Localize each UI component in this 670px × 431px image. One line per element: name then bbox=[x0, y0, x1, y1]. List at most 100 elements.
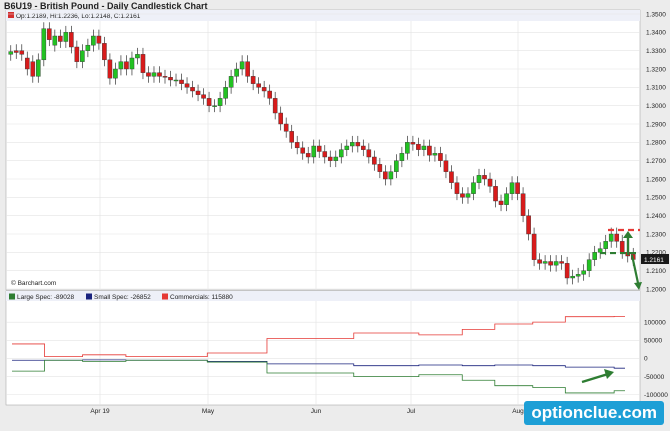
price-tick-label: 1.2100 bbox=[646, 268, 666, 275]
candle-body bbox=[124, 61, 129, 70]
candle-body bbox=[217, 98, 223, 106]
candle-body bbox=[614, 233, 620, 242]
candle-body bbox=[493, 186, 498, 202]
price-axis: 1.3500 1.3400 1.3300 1.3200 1.3100 1.3000 1.29… bbox=[646, 11, 666, 293]
candle-body bbox=[157, 72, 162, 77]
candle-body bbox=[564, 263, 570, 279]
candle-body bbox=[471, 182, 476, 194]
candle-body bbox=[278, 112, 283, 125]
price-tick-label: 1.2800 bbox=[646, 140, 666, 147]
candle-body bbox=[597, 248, 603, 253]
candle-body bbox=[162, 76, 168, 78]
candle-body bbox=[327, 156, 333, 161]
price-tick-label: 1.3400 bbox=[646, 30, 666, 37]
candle-body bbox=[322, 151, 328, 158]
cot-tick-label: 100000 bbox=[644, 319, 666, 326]
candle-body bbox=[608, 233, 614, 242]
candle-body bbox=[223, 87, 228, 99]
candle-body bbox=[19, 50, 25, 55]
candle-body bbox=[294, 142, 300, 149]
candle-body bbox=[333, 156, 339, 161]
candle-body bbox=[58, 35, 63, 42]
candle-body bbox=[311, 145, 317, 158]
ohlc-swatch bbox=[8, 12, 14, 18]
cot-axis: 100000 50000 0 -50000 -100000 bbox=[644, 319, 668, 399]
candle-body bbox=[245, 61, 250, 77]
price-tick-label: 1.2000 bbox=[646, 286, 666, 293]
candle-body bbox=[509, 182, 515, 194]
candle-body bbox=[107, 59, 113, 79]
candle-body bbox=[173, 79, 179, 82]
candle-body bbox=[283, 123, 289, 132]
cot-tick-label: 0 bbox=[644, 356, 648, 363]
price-panel bbox=[5, 9, 641, 291]
candle-body bbox=[206, 98, 212, 106]
date-tick-label: May bbox=[202, 408, 215, 415]
candle-body bbox=[592, 252, 597, 260]
candle-body bbox=[383, 171, 388, 180]
candle-body bbox=[586, 259, 592, 271]
candle-body bbox=[30, 61, 36, 77]
candle-body bbox=[526, 215, 531, 235]
candle-body bbox=[316, 145, 322, 152]
price-tick-label: 1.3000 bbox=[646, 103, 666, 110]
date-axis: Apr 19 May Jun Jul Aug bbox=[90, 408, 524, 415]
candle-body bbox=[443, 160, 449, 172]
legend-label: Commercials: 115880 bbox=[170, 294, 233, 301]
candle-body bbox=[432, 153, 438, 156]
candle-body bbox=[476, 175, 482, 183]
candle-body bbox=[41, 28, 47, 61]
candle-body bbox=[460, 193, 465, 198]
price-tick-label: 1.2600 bbox=[646, 176, 666, 183]
candle-body bbox=[570, 275, 575, 279]
price-tick-label: 1.2300 bbox=[646, 231, 666, 238]
candle-body bbox=[234, 68, 239, 77]
watermark: optionclue.com bbox=[524, 401, 664, 425]
candle-body bbox=[228, 76, 234, 88]
candle-body bbox=[289, 131, 294, 143]
price-tick-label: 1.2700 bbox=[646, 158, 666, 165]
candle-body bbox=[449, 171, 454, 183]
candle-body bbox=[581, 270, 586, 275]
candle-body bbox=[300, 147, 306, 154]
legend-swatch bbox=[86, 293, 92, 300]
candle-body bbox=[537, 259, 542, 264]
candle-body bbox=[135, 54, 140, 59]
candle-body bbox=[344, 145, 350, 150]
candle-body bbox=[305, 153, 311, 158]
candle-body bbox=[421, 145, 427, 150]
candle-body bbox=[366, 149, 372, 158]
legend-swatch bbox=[162, 293, 168, 300]
candle-body bbox=[355, 142, 361, 147]
candle-body bbox=[190, 87, 195, 92]
candle-body bbox=[388, 171, 394, 180]
candle-body bbox=[542, 261, 548, 264]
candle-body bbox=[575, 274, 581, 277]
candle-body bbox=[465, 193, 471, 198]
candle-body bbox=[96, 35, 102, 44]
candle-body bbox=[619, 241, 625, 253]
candle-body bbox=[63, 32, 69, 42]
cot-tick-label: 50000 bbox=[644, 338, 662, 345]
candle-body bbox=[129, 57, 135, 70]
candle-body bbox=[361, 145, 366, 150]
candle-body bbox=[399, 153, 405, 161]
candle-body bbox=[24, 57, 30, 70]
legend-label: Small Spec: -26852 bbox=[94, 294, 151, 301]
candle-body bbox=[146, 72, 151, 77]
date-tick-label: Jul bbox=[407, 408, 416, 415]
price-tick-label: 1.3500 bbox=[646, 11, 666, 18]
candle-body bbox=[239, 61, 245, 70]
candle-body bbox=[350, 142, 355, 147]
legend-label: Large Spec: -89028 bbox=[17, 294, 74, 301]
candle-body bbox=[394, 160, 399, 172]
candle-body bbox=[250, 76, 256, 84]
source-label: © Barchart.com bbox=[11, 279, 56, 287]
candle-body bbox=[74, 46, 80, 62]
cot-panel bbox=[5, 290, 641, 406]
candle-body bbox=[80, 50, 85, 62]
candle-body bbox=[195, 90, 201, 95]
candle-body bbox=[261, 87, 267, 92]
candle-body bbox=[212, 105, 217, 107]
candle-body bbox=[52, 35, 58, 46]
